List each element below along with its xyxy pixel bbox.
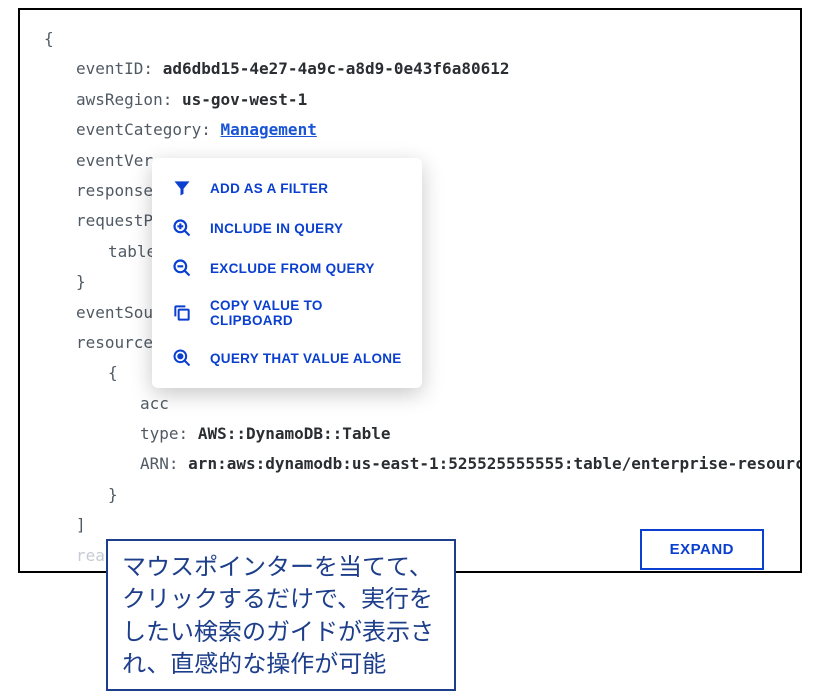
brace-open: { — [44, 24, 780, 54]
field-acc-cut: acc — [44, 389, 780, 419]
val-type[interactable]: AWS::DynamoDB::Table — [198, 424, 391, 443]
key-type: type: — [140, 424, 188, 443]
field-awsregion: awsRegion: us-gov-west-1 — [44, 85, 780, 115]
menu-include-label: INCLUDE IN QUERY — [210, 221, 343, 236]
field-type: type: AWS::DynamoDB::Table — [44, 419, 780, 449]
menu-exclude-query[interactable]: EXCLUDE FROM QUERY — [152, 248, 422, 288]
val-eventcategory-link[interactable]: Management — [221, 120, 317, 139]
key-arn: ARN: — [140, 454, 179, 473]
menu-copy-value[interactable]: COPY VALUE TO CLIPBOARD — [152, 288, 422, 338]
menu-add-filter-label: ADD AS A FILTER — [210, 181, 328, 196]
key-eventid: eventID: — [76, 59, 153, 78]
field-arn: ARN: arn:aws:dynamodb:us-east-1:52552555… — [44, 449, 780, 479]
value-context-menu: ADD AS A FILTER INCLUDE IN QUERY EXCLUDE… — [152, 158, 422, 388]
menu-include-query[interactable]: INCLUDE IN QUERY — [152, 208, 422, 248]
expand-button[interactable]: EXPAND — [640, 529, 764, 570]
zoom-in-icon — [172, 218, 192, 238]
val-eventid[interactable]: ad6dbd15-4e27-4a9c-a8d9-0e43f6a80612 — [163, 59, 510, 78]
menu-exclude-label: EXCLUDE FROM QUERY — [210, 261, 375, 276]
funnel-icon — [172, 178, 192, 198]
menu-copy-label: COPY VALUE TO CLIPBOARD — [210, 298, 402, 328]
val-awsregion[interactable]: us-gov-west-1 — [182, 90, 307, 109]
key-awsregion: awsRegion: — [76, 90, 172, 109]
menu-query-alone-label: QUERY THAT VALUE ALONE — [210, 351, 402, 366]
key-eventcategory: eventCategory: — [76, 120, 211, 139]
zoom-out-icon — [172, 258, 192, 278]
key-requestp: requestP — [76, 211, 153, 230]
field-eventcategory: eventCategory: Management — [44, 115, 780, 145]
annotation-callout: マウスポインターを当てて、クリックするだけで、実行をしたい検索のガイドが表示され… — [106, 539, 456, 691]
key-response: response — [76, 181, 153, 200]
menu-add-filter[interactable]: ADD AS A FILTER — [152, 168, 422, 208]
key-eventsou: eventSou — [76, 303, 153, 322]
field-eventid: eventID: ad6dbd15-4e27-4a9c-a8d9-0e43f6a… — [44, 54, 780, 84]
brace-close-2: } — [44, 480, 780, 510]
copy-icon — [172, 303, 192, 323]
target-search-icon — [172, 348, 192, 368]
key-resource: resource — [76, 333, 153, 352]
key-eventver: eventVer — [76, 151, 153, 170]
menu-query-alone[interactable]: QUERY THAT VALUE ALONE — [152, 338, 422, 378]
key-acc: acc — [140, 394, 169, 413]
val-arn[interactable]: arn:aws:dynamodb:us-east-1:525525555555:… — [188, 454, 802, 473]
